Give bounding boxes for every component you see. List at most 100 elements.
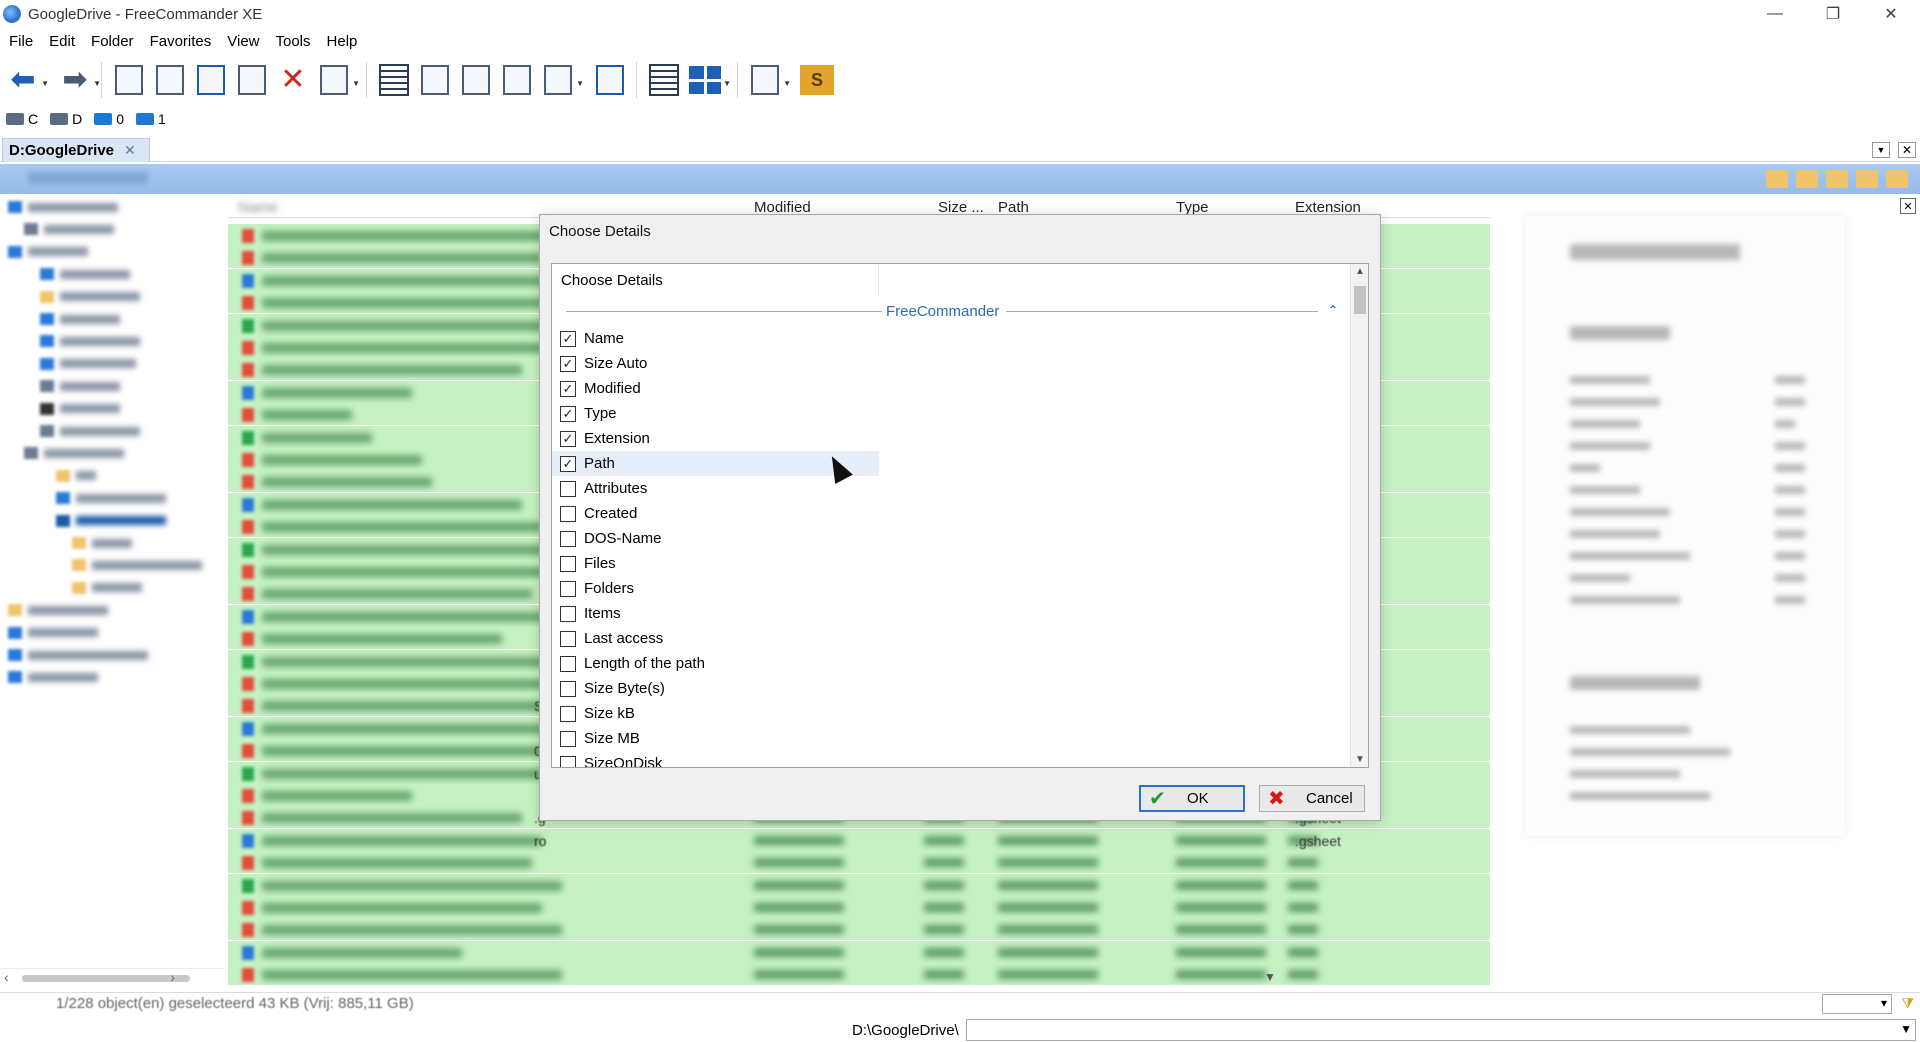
checkbox-unchecked[interactable] — [560, 680, 576, 697]
tree-item[interactable] — [72, 536, 132, 550]
drive-c[interactable]: C — [6, 111, 38, 127]
tree-item[interactable] — [40, 424, 140, 438]
detail-item[interactable]: ✓ Type — [552, 401, 879, 426]
favorites-icon[interactable] — [1796, 170, 1818, 188]
checkbox-unchecked[interactable] — [560, 755, 576, 767]
columns-view-button[interactable] — [458, 62, 494, 98]
panel-layout-button[interactable] — [646, 62, 682, 98]
checkbox-checked[interactable]: ✓ — [560, 330, 576, 347]
checkbox-checked[interactable]: ✓ — [560, 405, 576, 422]
tree-item[interactable] — [40, 312, 120, 326]
tree-item[interactable] — [72, 581, 142, 595]
tree-item[interactable] — [40, 267, 130, 281]
scroll-thumb[interactable] — [1354, 286, 1366, 314]
tree-item[interactable] — [24, 446, 124, 460]
detail-item[interactable]: Size MB — [552, 726, 879, 751]
close-window-button[interactable]: ✕ — [1862, 0, 1920, 28]
delete-button[interactable]: ✕ — [275, 62, 311, 98]
tree-item[interactable] — [40, 357, 136, 371]
checkbox-unchecked[interactable] — [560, 655, 576, 672]
tab-list-dropdown[interactable]: ▼ — [1872, 142, 1890, 158]
tree-item[interactable] — [24, 222, 114, 236]
checkbox-unchecked[interactable] — [560, 555, 576, 572]
scroll-up-icon[interactable]: ▲ — [1351, 266, 1368, 277]
checkbox-checked[interactable]: ✓ — [560, 355, 576, 372]
table-row[interactable] — [228, 963, 1490, 986]
checkbox-unchecked[interactable] — [560, 630, 576, 647]
cancel-button[interactable]: ✖ Cancel — [1259, 785, 1365, 812]
clipboard-button[interactable]: ▼ — [316, 62, 360, 98]
table-row[interactable] — [228, 851, 1490, 874]
table-row[interactable] — [228, 896, 1490, 918]
tree-item[interactable] — [72, 558, 202, 572]
scroll-right-icon[interactable]: › — [170, 969, 175, 985]
menu-folder[interactable]: Folder — [91, 33, 134, 50]
tree-item[interactable] — [8, 648, 148, 662]
edit-file-button[interactable] — [152, 62, 188, 98]
history-icon[interactable] — [1766, 170, 1788, 188]
menu-view[interactable]: View — [227, 33, 259, 50]
large-icons-button[interactable]: ▼ — [540, 62, 584, 98]
checkbox-checked[interactable]: ✓ — [560, 430, 576, 447]
checkbox-unchecked[interactable] — [560, 730, 576, 747]
menu-file[interactable]: File — [9, 33, 33, 50]
command-dropdown-icon[interactable]: ▼ — [1900, 1022, 1912, 1036]
tree-item[interactable] — [8, 670, 98, 684]
parent-folder-icon[interactable] — [1826, 170, 1848, 188]
tiles-button[interactable]: ▼ — [687, 62, 731, 98]
checkbox-unchecked[interactable] — [560, 605, 576, 622]
detail-item[interactable]: Last access — [552, 626, 879, 651]
collapse-icon[interactable]: ⌃ — [1328, 303, 1338, 317]
checkbox-checked[interactable]: ✓ — [560, 380, 576, 397]
scroll-thumb[interactable] — [22, 975, 190, 982]
detail-item[interactable]: Attributes — [552, 476, 879, 501]
folder-tree[interactable]: ‹ › — [0, 196, 225, 986]
tree-item[interactable] — [40, 402, 120, 416]
tree-item[interactable] — [56, 514, 166, 528]
detail-item[interactable]: Size Byte(s) — [552, 676, 879, 701]
root-folder-icon[interactable] — [1856, 170, 1878, 188]
menu-edit[interactable]: Edit — [49, 33, 75, 50]
checkbox-unchecked[interactable] — [560, 505, 576, 522]
group-header-freecommander[interactable]: FreeCommander ⌃ — [566, 303, 1342, 323]
filter-combo[interactable] — [1822, 994, 1892, 1014]
drive-1[interactable]: 1 — [136, 111, 166, 127]
settings-button[interactable]: ▼ — [747, 62, 791, 98]
forward-button[interactable]: ➡ ▼ — [57, 62, 101, 98]
drive-d[interactable]: D — [50, 111, 82, 127]
minimize-button[interactable]: — — [1746, 0, 1804, 28]
checkbox-unchecked[interactable] — [560, 580, 576, 597]
tab-googledrive[interactable]: D:GoogleDrive ✕ — [2, 138, 150, 162]
detail-item[interactable]: ✓ Size Auto — [552, 351, 879, 376]
s-folder-button[interactable]: S — [799, 62, 835, 98]
filter-icon[interactable]: ⧩ — [1902, 995, 1915, 1012]
detail-item[interactable]: Items — [552, 601, 879, 626]
restore-button[interactable]: ❐ — [1804, 0, 1862, 28]
checkbox-unchecked[interactable] — [560, 530, 576, 547]
scroll-left-icon[interactable]: ‹ — [4, 969, 9, 985]
details-scrollbar[interactable]: ▲ ▼ — [1350, 264, 1368, 767]
menu-favorites[interactable]: Favorites — [150, 33, 212, 50]
tree-item[interactable] — [8, 200, 118, 214]
column-name-header[interactable]: Name — [238, 199, 278, 216]
view-file-button[interactable] — [111, 62, 147, 98]
tree-item[interactable] — [40, 334, 140, 348]
detail-item[interactable]: Size kB — [552, 701, 879, 726]
checkbox-checked[interactable]: ✓ — [560, 455, 576, 472]
ok-button[interactable]: ✔ OK — [1139, 785, 1245, 812]
refresh-button[interactable] — [592, 62, 628, 98]
close-preview-button[interactable]: ✕ — [1900, 198, 1916, 214]
tree-item[interactable] — [40, 379, 120, 393]
checkbox-unchecked[interactable] — [560, 705, 576, 722]
details-view-button[interactable] — [376, 62, 412, 98]
checkbox-unchecked[interactable] — [560, 480, 576, 497]
menu-help[interactable]: Help — [327, 33, 358, 50]
tree-item[interactable] — [8, 245, 88, 259]
detail-item[interactable]: ✓ Name — [552, 326, 879, 351]
tree-item[interactable] — [8, 603, 108, 617]
detail-item[interactable]: Length of the path — [552, 651, 879, 676]
table-row[interactable] — [228, 940, 1490, 963]
scroll-down-icon[interactable]: ▼ — [1351, 754, 1368, 765]
thumbnail-view-button[interactable] — [499, 62, 535, 98]
detail-item[interactable]: ✓ Modified — [552, 376, 879, 401]
